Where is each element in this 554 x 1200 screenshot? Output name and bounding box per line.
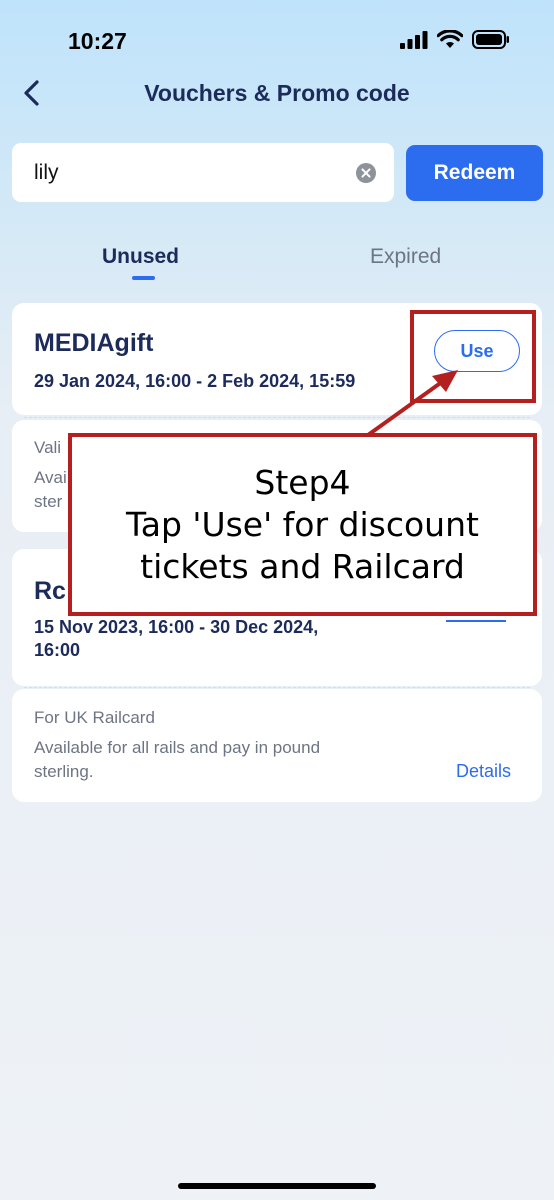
- annotation-step: Step4: [254, 462, 351, 502]
- annotation-text-line1: Tap 'Use' for discount: [126, 504, 479, 544]
- annotation-callout: Step4 Tap 'Use' for discount tickets and…: [68, 433, 537, 616]
- home-indicator[interactable]: [178, 1183, 376, 1189]
- annotation-text-line2: tickets and Railcard: [140, 546, 465, 586]
